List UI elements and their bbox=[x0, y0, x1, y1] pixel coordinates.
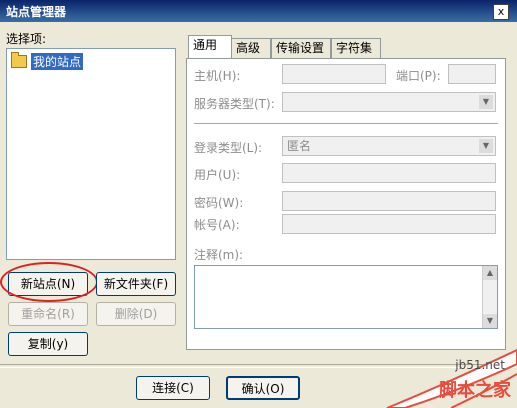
login-type-label: 登录类型(L): bbox=[194, 141, 263, 155]
password-input[interactable] bbox=[282, 191, 496, 211]
site-tree[interactable]: 我的站点 bbox=[6, 48, 176, 260]
notes-textarea[interactable]: ▲ ▼ bbox=[194, 265, 498, 329]
tab-general[interactable]: 通用 bbox=[188, 35, 232, 59]
watermark: jb51.net 脚本之家 bbox=[381, 346, 517, 408]
host-input[interactable] bbox=[282, 64, 386, 84]
server-type-select[interactable]: ▼ bbox=[282, 92, 496, 112]
account-input[interactable] bbox=[282, 214, 496, 234]
login-type-value: 匿名 bbox=[287, 139, 312, 153]
notes-scrollbar[interactable]: ▲ ▼ bbox=[482, 266, 497, 328]
watermark-name: 脚本之家 bbox=[439, 380, 511, 401]
tab-transfer-settings[interactable]: 传输设置 bbox=[271, 38, 331, 58]
tab-advanced[interactable]: 高级 bbox=[231, 38, 271, 58]
close-button[interactable]: x bbox=[493, 4, 509, 20]
tree-item-label: 我的站点 bbox=[31, 53, 84, 70]
connect-button[interactable]: 连接(C) bbox=[136, 376, 210, 400]
server-type-label: 服务器类型(T): bbox=[194, 97, 275, 111]
port-input[interactable] bbox=[448, 64, 496, 84]
scroll-down-icon[interactable]: ▼ bbox=[483, 314, 497, 328]
section-divider bbox=[194, 123, 498, 127]
tab-charset[interactable]: 字符集 bbox=[331, 38, 381, 58]
scroll-up-icon[interactable]: ▲ bbox=[483, 266, 497, 280]
new-folder-button[interactable]: 新文件夹(F) bbox=[96, 272, 176, 296]
user-label: 用户(U): bbox=[194, 168, 241, 182]
notes-label: 注释(m): bbox=[194, 248, 244, 262]
account-label: 帐号(A): bbox=[194, 218, 240, 232]
folder-icon bbox=[11, 52, 27, 68]
choose-items-label: 选择项: bbox=[6, 32, 47, 46]
window-title: 站点管理器 bbox=[6, 5, 67, 19]
close-icon: x bbox=[497, 5, 505, 18]
login-type-select[interactable]: 匿名 ▼ bbox=[282, 136, 496, 156]
highlight-circle bbox=[0, 262, 98, 302]
watermark-site: jb51.net bbox=[455, 358, 505, 372]
rename-button[interactable]: 重命名(R) bbox=[8, 302, 88, 326]
user-input[interactable] bbox=[282, 163, 496, 183]
title-bar: 站点管理器 x bbox=[0, 0, 517, 22]
chevron-down-icon: ▼ bbox=[479, 95, 493, 109]
delete-button[interactable]: 删除(D) bbox=[96, 302, 176, 326]
ok-button[interactable]: 确认(O) bbox=[226, 376, 300, 400]
site-manager-window: 站点管理器 x 选择项: 我的站点 新站点(N) 新文件夹(F) 重命名(R) … bbox=[0, 0, 517, 408]
copy-button[interactable]: 复制(y) bbox=[8, 332, 88, 356]
chevron-down-icon: ▼ bbox=[479, 139, 493, 153]
password-label: 密码(W): bbox=[194, 196, 244, 210]
host-label: 主机(H): bbox=[194, 69, 241, 83]
port-label: 端口(P): bbox=[396, 69, 441, 83]
tree-item-my-sites[interactable]: 我的站点 bbox=[11, 52, 84, 70]
